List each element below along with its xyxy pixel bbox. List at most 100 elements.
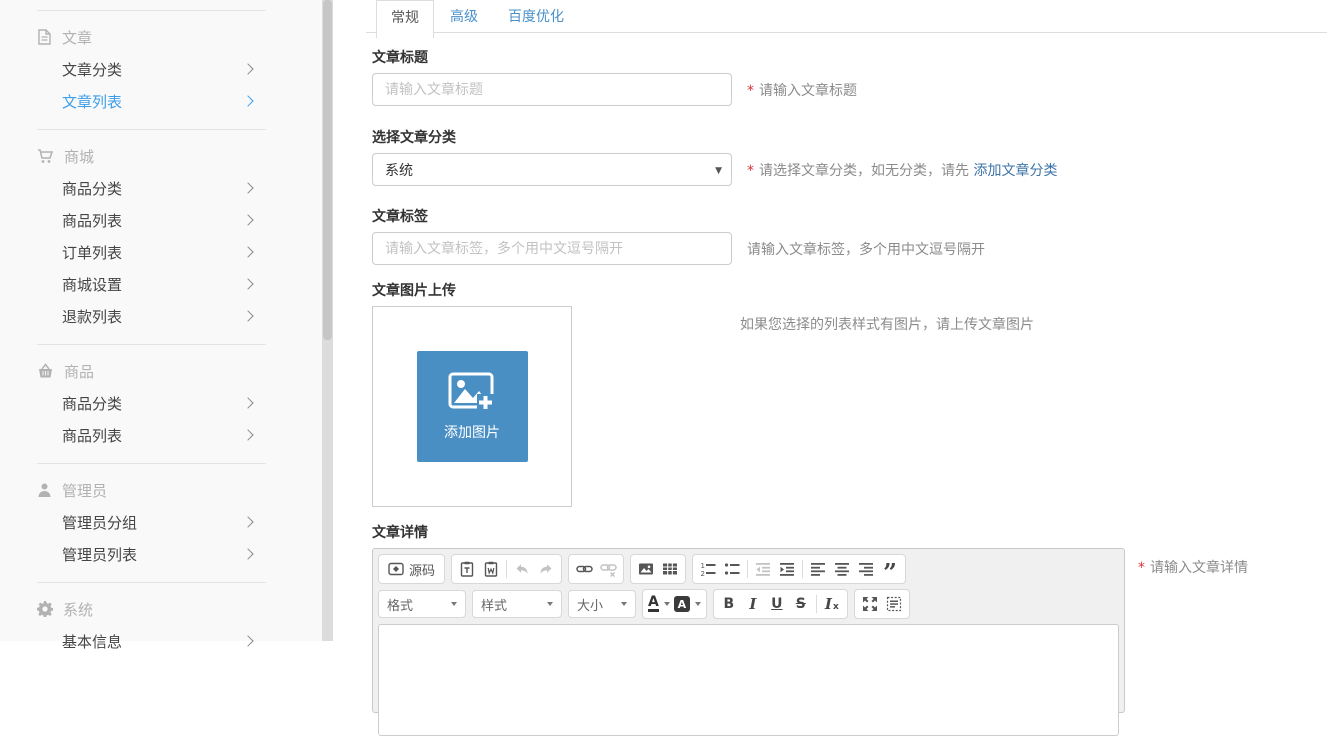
indent-button[interactable] — [775, 557, 799, 581]
sidebar-item-mall-refund-list[interactable]: 退款列表 — [37, 300, 266, 332]
strikethrough-button[interactable]: S — [789, 592, 813, 616]
caret-down-icon — [547, 602, 553, 606]
field-article-category: 选择文章分类 系统 ▼ *请选择文章分类，如无分类，请先 添加文章分类 — [372, 130, 1057, 186]
maximize-button[interactable] — [858, 592, 882, 616]
underline-button[interactable]: U — [765, 592, 789, 616]
chevron-right-icon — [242, 397, 253, 408]
align-center-button[interactable] — [830, 557, 854, 581]
field-hint: 如果您选择的列表样式有图片，请上传文章图片 — [740, 314, 1034, 334]
blockquote-button[interactable]: ” — [878, 557, 902, 581]
toolbar-group-clipboard — [451, 554, 562, 584]
paste-word-button[interactable] — [479, 557, 503, 581]
style-dropdown[interactable]: 样式 — [472, 590, 562, 618]
sidebar-item-article-list[interactable]: 文章列表 — [37, 85, 266, 117]
sidebar-item-label: 基本信息 — [62, 631, 122, 652]
link-icon — [576, 561, 593, 577]
sidebar-item-mall-settings[interactable]: 商城设置 — [37, 268, 266, 300]
sidebar-section-system: 系统 基本信息 — [37, 582, 266, 669]
sidebar-item-label: 管理员分组 — [62, 512, 137, 533]
sidebar-group-article[interactable]: 文章 — [37, 21, 266, 53]
svg-text:1: 1 — [701, 562, 705, 570]
align-left-button[interactable] — [806, 557, 830, 581]
text-color-button[interactable]: A — [646, 592, 672, 616]
sidebar-item-label: 文章列表 — [62, 91, 122, 112]
chevron-right-icon — [242, 278, 253, 289]
category-select[interactable]: 系统 ▼ — [372, 153, 732, 186]
toolbar-group-insert — [630, 554, 686, 584]
article-title-input[interactable] — [372, 73, 732, 106]
outdent-button[interactable] — [751, 557, 775, 581]
sidebar-scrollbar-thumb[interactable] — [323, 0, 332, 340]
sidebar-item-article-category[interactable]: 文章分类 — [37, 53, 266, 85]
bullet-list-button[interactable] — [720, 557, 744, 581]
sidebar-item-mall-order-list[interactable]: 订单列表 — [37, 236, 266, 268]
show-blocks-button[interactable] — [882, 592, 906, 616]
add-image-button[interactable]: 添加图片 — [417, 351, 528, 462]
editor-toolbar-row-1: 源码 — [378, 554, 1119, 584]
sidebar-item-label: 商品分类 — [62, 393, 122, 414]
blockquote-icon: ” — [883, 568, 897, 578]
field-hint: *请输入文章详情 — [1138, 557, 1248, 577]
link-button[interactable] — [572, 557, 596, 581]
table-icon — [662, 561, 678, 577]
undo-button[interactable] — [510, 557, 534, 581]
toolbar-group-paragraph: 12 ” — [692, 554, 906, 584]
background-color-button[interactable]: A — [672, 592, 703, 616]
file-text-icon — [37, 29, 52, 45]
source-code-button[interactable]: 源码 — [382, 557, 441, 581]
sidebar-item-goods-list[interactable]: 商品列表 — [37, 419, 266, 451]
tab-advanced[interactable]: 高级 — [436, 0, 492, 38]
numbered-list-button[interactable]: 12 — [696, 557, 720, 581]
image-upload-area[interactable]: 添加图片 — [372, 306, 572, 507]
italic-button[interactable]: I — [741, 592, 765, 616]
bold-button[interactable]: B — [717, 592, 741, 616]
align-right-button[interactable] — [854, 557, 878, 581]
sidebar-section-article: 文章 文章分类 文章列表 — [37, 10, 266, 129]
sidebar-item-label: 商品列表 — [62, 425, 122, 446]
sidebar-item-mall-goods-list[interactable]: 商品列表 — [37, 204, 266, 236]
remove-format-button[interactable]: Ix — [820, 592, 844, 616]
paste-text-button[interactable] — [455, 557, 479, 581]
text-color-icon: A — [648, 596, 659, 612]
tab-baidu-seo[interactable]: 百度优化 — [494, 0, 578, 38]
chevron-right-icon — [242, 182, 253, 193]
article-tags-input[interactable] — [372, 232, 732, 265]
sidebar-section-mall: 商城 商品分类 商品列表 订单列表 商城设置 退款列表 — [37, 129, 266, 344]
svg-text:2: 2 — [701, 570, 705, 577]
sidebar-item-system-basic-info[interactable]: 基本信息 — [37, 625, 266, 657]
sidebar-item-admin-group[interactable]: 管理员分组 — [37, 506, 266, 538]
sidebar-item-label: 退款列表 — [62, 306, 122, 327]
toolbar-separator — [816, 595, 817, 613]
required-asterisk: * — [1138, 560, 1145, 576]
tab-general[interactable]: 常规 — [376, 0, 434, 38]
sidebar-item-mall-goods-category[interactable]: 商品分类 — [37, 172, 266, 204]
align-left-icon — [810, 561, 826, 577]
sidebar-item-goods-category[interactable]: 商品分类 — [37, 387, 266, 419]
chevron-right-icon — [242, 246, 253, 257]
insert-table-button[interactable] — [658, 557, 682, 581]
field-hint: *请输入文章标题 — [747, 80, 857, 100]
image-icon — [638, 561, 654, 577]
insert-image-button[interactable] — [634, 557, 658, 581]
add-article-category-link[interactable]: 添加文章分类 — [973, 163, 1057, 179]
format-dropdown[interactable]: 格式 — [378, 590, 466, 618]
category-select-value: 系统 — [385, 160, 413, 180]
sidebar-group-label: 商品 — [64, 361, 94, 382]
sidebar-scrollbar[interactable] — [322, 0, 333, 641]
redo-button[interactable] — [534, 557, 558, 581]
font-size-dropdown[interactable]: 大小 — [568, 590, 636, 618]
sidebar-group-admin[interactable]: 管理员 — [37, 474, 266, 506]
sidebar-group-mall[interactable]: 商城 — [37, 140, 266, 172]
maximize-icon — [862, 596, 878, 612]
redo-icon — [538, 561, 554, 577]
caret-down-icon — [451, 602, 457, 606]
show-blocks-icon — [886, 596, 902, 612]
sidebar-group-label: 商城 — [64, 146, 94, 167]
sidebar-group-system[interactable]: 系统 — [37, 593, 266, 625]
sidebar-group-goods[interactable]: 商品 — [37, 355, 266, 387]
unlink-button[interactable] — [596, 557, 620, 581]
sidebar-item-label: 管理员列表 — [62, 544, 137, 565]
sidebar-item-admin-list[interactable]: 管理员列表 — [37, 538, 266, 570]
chevron-right-icon — [242, 429, 253, 440]
strikethrough-icon: S — [796, 596, 806, 612]
